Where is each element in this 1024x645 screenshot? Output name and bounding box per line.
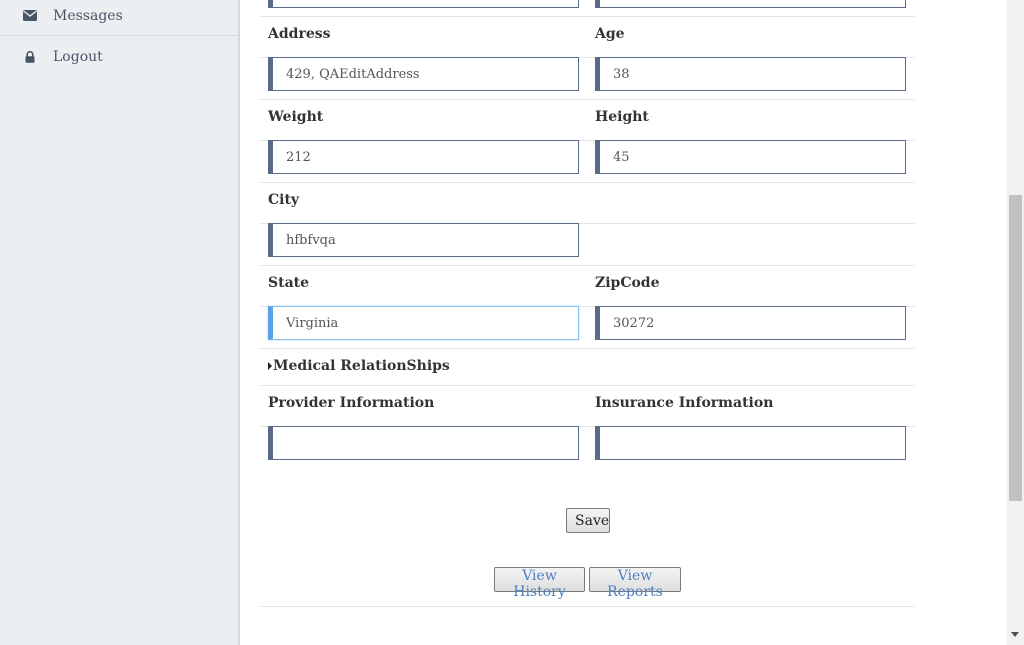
- divider: [260, 99, 915, 100]
- save-button[interactable]: Save: [566, 508, 610, 533]
- divider: [260, 265, 915, 266]
- medical-relationships-toggle[interactable]: Medical RelationShips: [268, 358, 450, 374]
- weight-label: Weight: [268, 109, 324, 125]
- city-label: City: [268, 192, 300, 208]
- weight-field[interactable]: [268, 140, 579, 174]
- scroll-down-arrow-icon[interactable]: [1011, 632, 1019, 637]
- insurance-information-field[interactable]: [595, 426, 906, 460]
- state-label: State: [268, 275, 310, 291]
- lock-icon: [22, 49, 38, 65]
- patient-form: Address Age Weight Height City State Zip…: [260, 0, 915, 645]
- provider-information-field[interactable]: [268, 426, 579, 460]
- caret-right-icon: [268, 362, 272, 370]
- scrollbar-thumb[interactable]: [1009, 195, 1022, 501]
- sidebar-item-label: Logout: [53, 49, 103, 65]
- vertical-scrollbar[interactable]: [1007, 0, 1024, 645]
- height-label: Height: [595, 109, 649, 125]
- envelope-icon: [22, 8, 38, 24]
- view-history-button[interactable]: View History: [494, 567, 585, 600]
- city-field[interactable]: [268, 223, 579, 257]
- age-field[interactable]: [595, 57, 906, 91]
- divider: [260, 348, 915, 349]
- zipcode-label: ZipCode: [595, 275, 660, 291]
- divider: [260, 385, 915, 386]
- sidebar: Messages Logout: [0, 0, 240, 645]
- sidebar-item-logout[interactable]: Logout: [0, 37, 238, 77]
- medical-relationships-label: Medical RelationShips: [273, 358, 450, 374]
- state-field[interactable]: [268, 306, 579, 340]
- zipcode-field[interactable]: [595, 306, 906, 340]
- previous-left-field[interactable]: [268, 0, 579, 8]
- view-reports-button[interactable]: View Reports: [589, 567, 681, 600]
- provider-information-label: Provider Information: [268, 395, 435, 411]
- previous-right-field[interactable]: [595, 0, 906, 8]
- divider: [260, 606, 915, 607]
- divider: [260, 16, 915, 17]
- address-field[interactable]: [268, 57, 579, 91]
- age-label: Age: [595, 26, 625, 42]
- sidebar-item-label: Messages: [53, 7, 123, 24]
- sidebar-item-messages[interactable]: Messages: [0, 0, 238, 36]
- address-label: Address: [268, 26, 331, 42]
- divider: [260, 182, 915, 183]
- height-field[interactable]: [595, 140, 906, 174]
- insurance-information-label: Insurance Information: [595, 395, 774, 411]
